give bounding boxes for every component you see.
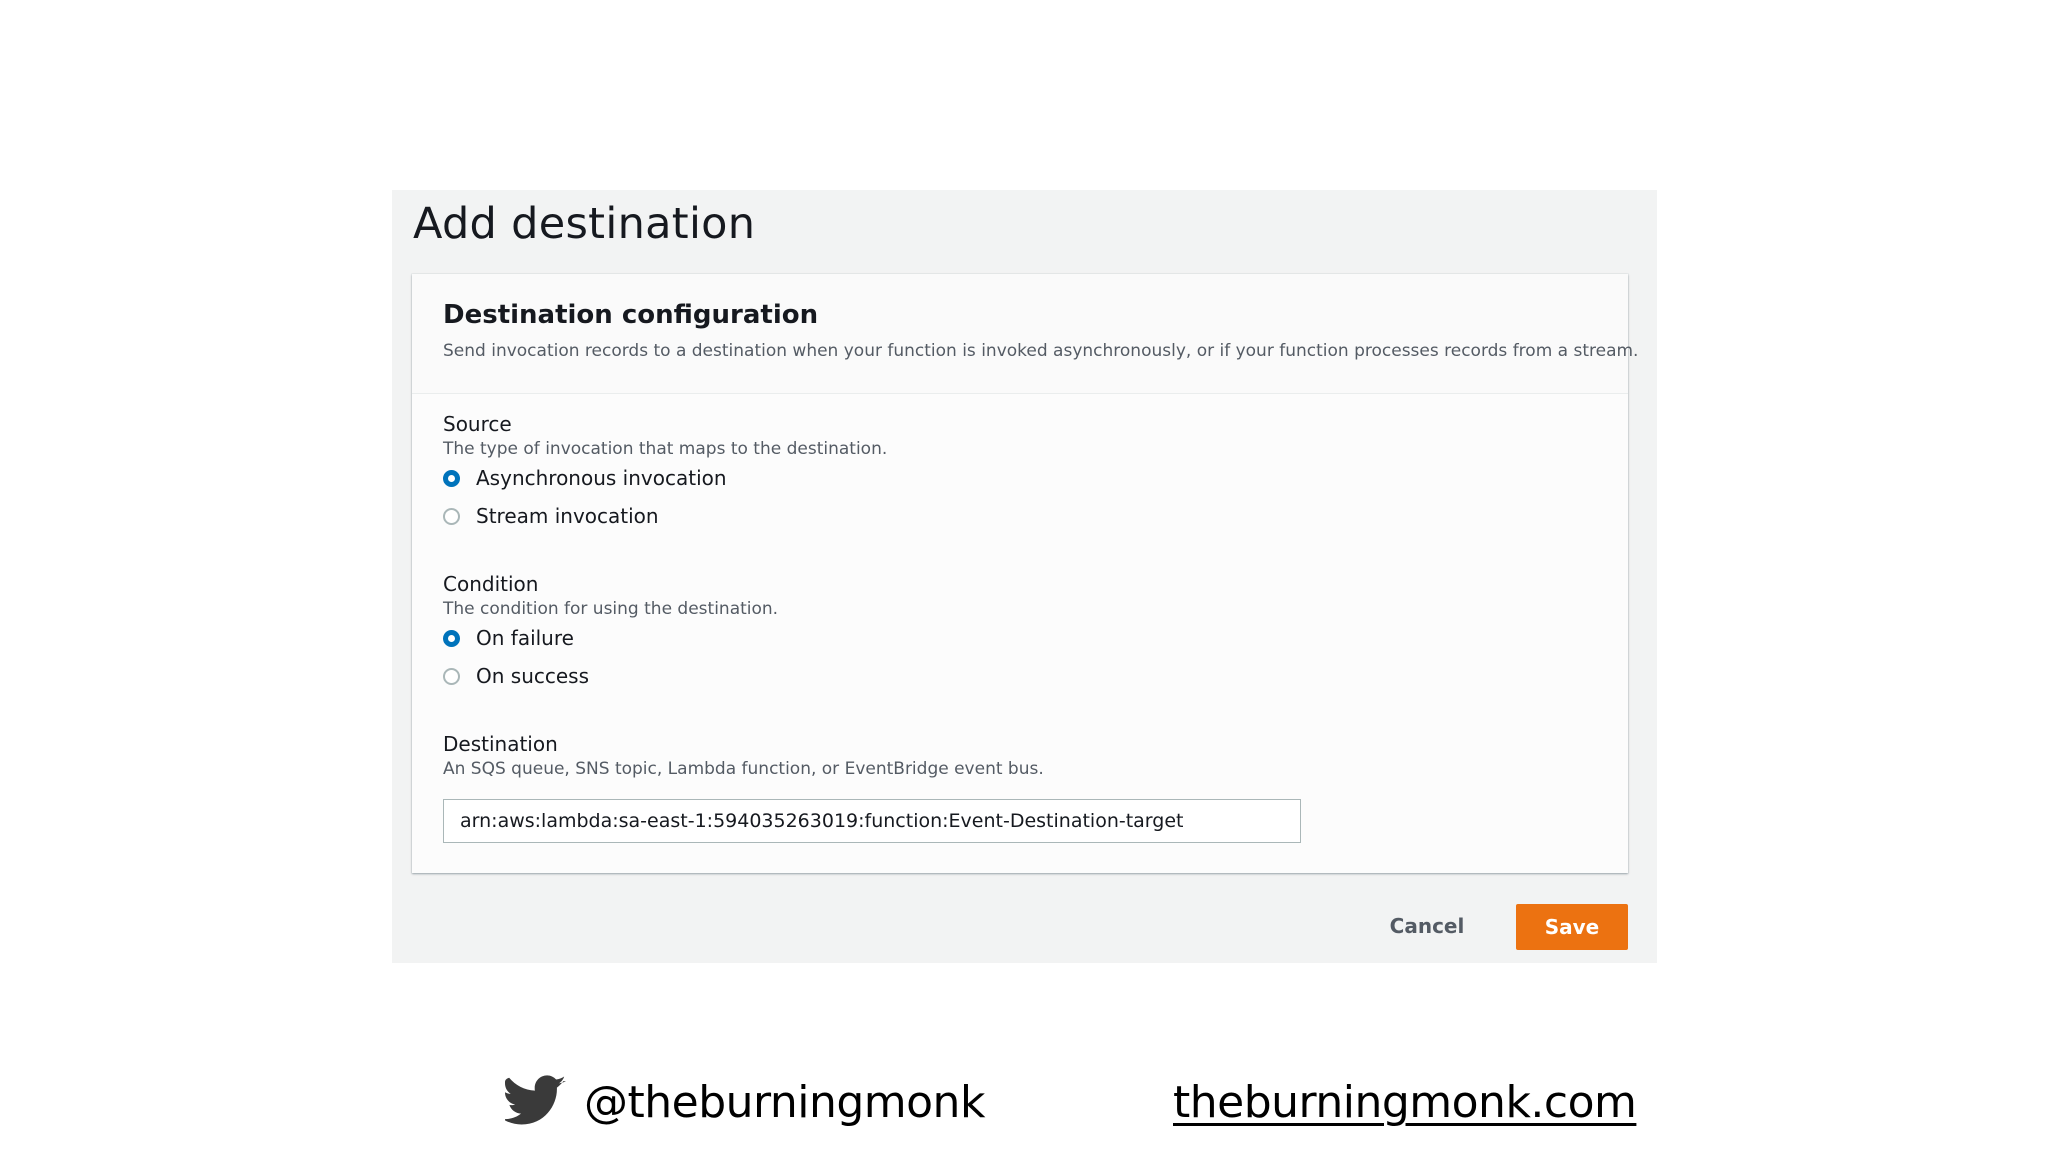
cancel-button[interactable]: Cancel <box>1377 904 1477 948</box>
radio-label: On failure <box>476 626 574 650</box>
radio-label: Stream invocation <box>476 504 659 528</box>
page-title: Add destination <box>413 199 756 249</box>
source-hint: The type of invocation that maps to the … <box>443 439 888 459</box>
radio-on-success[interactable]: On success <box>443 663 589 689</box>
twitter-bird-icon <box>505 1075 566 1125</box>
destination-configuration-card: Destination configuration Send invocatio… <box>412 274 1638 873</box>
radio-button-checked[interactable] <box>443 629 460 647</box>
radio-button-unchecked[interactable] <box>443 507 460 525</box>
twitter-handle: @theburningmonk <box>584 1077 985 1128</box>
radio-asynchronous-invocation[interactable]: Asynchronous invocation <box>443 465 727 491</box>
radio-label: On success <box>476 664 590 688</box>
destination-label: Destination <box>443 732 558 756</box>
website-link[interactable]: theburningmonk.com <box>1173 1075 1637 1131</box>
radio-button-unchecked[interactable] <box>443 667 460 685</box>
condition-hint: The condition for using the destination. <box>443 599 779 619</box>
radio-on-failure[interactable]: On failure <box>443 625 574 651</box>
radio-label: Asynchronous invocation <box>476 466 727 490</box>
slide: Add destination Destination configuratio… <box>0 0 2048 1152</box>
card-title: Destination configuration <box>443 300 819 330</box>
card-body: Source The type of invocation that maps … <box>412 394 1628 873</box>
add-destination-panel: Add destination Destination configuratio… <box>392 190 1657 963</box>
card-description: Send invocation records to a destination… <box>443 341 1639 361</box>
source-label: Source <box>443 412 512 436</box>
card-header: Destination configuration Send invocatio… <box>412 274 1638 394</box>
condition-label: Condition <box>443 572 539 596</box>
radio-button-checked[interactable] <box>443 469 460 487</box>
save-button[interactable]: Save <box>1516 904 1628 950</box>
radio-stream-invocation[interactable]: Stream invocation <box>443 503 659 529</box>
destination-arn-input[interactable] <box>443 799 1301 843</box>
destination-hint: An SQS queue, SNS topic, Lambda function… <box>443 759 1044 779</box>
